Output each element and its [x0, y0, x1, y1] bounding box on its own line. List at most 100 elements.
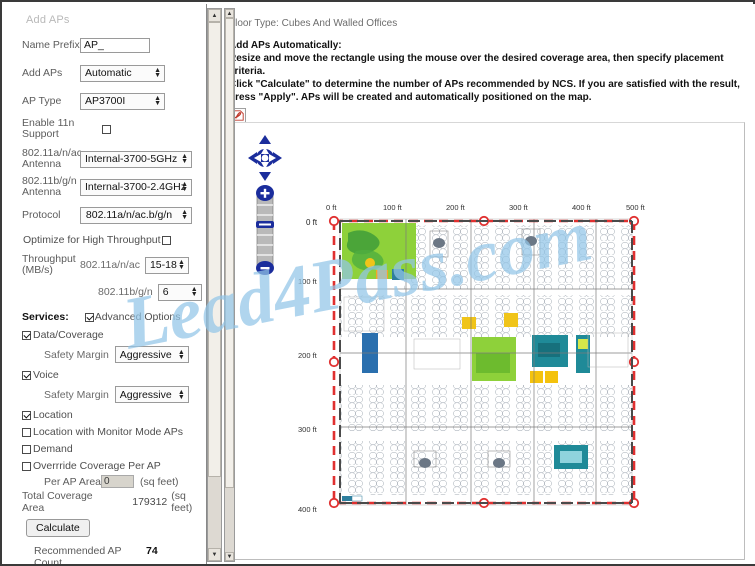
throughput-b-select[interactable]: 6 ▲ ▼ [157, 283, 202, 301]
coverage-overlay-region [472, 337, 516, 381]
antenna-a-label: 802.11a/n/ac Antenna [22, 147, 82, 170]
panel-title: Add APs [26, 14, 70, 26]
service-location: Location [4, 409, 206, 421]
throughput-band-b-label: 802.11b/g/n [98, 286, 153, 298]
ap-type-select[interactable]: AP3700I ▲ ▼ [80, 92, 165, 110]
h-ruler-tick-label: 300 ft [509, 203, 528, 212]
pan-control-icon[interactable] [248, 135, 282, 181]
result-label: Recommended AP Count [34, 545, 122, 564]
voice-checkbox[interactable] [22, 370, 31, 380]
data-coverage-label: Data/Coverage [33, 329, 104, 341]
map-navigation-control[interactable] [248, 135, 282, 275]
total-coverage-label: Total Coverage Area [22, 490, 93, 514]
name-prefix-label: Name Prefix [22, 38, 80, 51]
voice-safety-margin-select[interactable]: Aggressive ▲ ▼ [114, 386, 189, 403]
field-add-aps: Add APs Automatic ▲ ▼ [4, 62, 206, 84]
v-ruler-tick-label: 200 ft [298, 351, 317, 360]
protocol-value: 802.11a/n/ac.b/g/n [85, 209, 173, 221]
antenna-b-label: 802.11b/g/n Antenna [22, 175, 77, 198]
scrollbar-thumb[interactable] [225, 18, 234, 488]
per-ap-area-row: Per AP Area (sq feet) [4, 475, 206, 488]
scroll-up-button[interactable]: ▲ [225, 9, 234, 18]
chevron-updown-icon: ▲ ▼ [181, 181, 188, 193]
coverage-overlay-region [342, 223, 416, 280]
field-antenna-b: 802.11b/g/n Antenna Internal-3700-2.4GHz… [4, 175, 206, 198]
scroll-up-button[interactable]: ▲ [208, 9, 221, 22]
per-ap-area-input[interactable] [101, 475, 135, 488]
service-demand: Demand [4, 443, 206, 455]
chevron-updown-icon: ▲ ▼ [154, 67, 161, 79]
voice-safety-margin-value: Aggressive [119, 388, 172, 401]
scrollbar-thumb[interactable] [208, 22, 221, 477]
voice-label: Voice [33, 369, 59, 381]
field-throughput-b: 802.11b/g/n 6 ▲ ▼ [4, 281, 206, 303]
throughput-a-value: 15-18 [149, 259, 177, 271]
throughput-band-a-label: 802.11a/n/ac [80, 259, 140, 271]
instructions-block: Floor Type: Cubes And Walled Offices Add… [229, 18, 745, 104]
optimize-throughput-checkbox[interactable] [161, 235, 171, 245]
field-enable-11n: Enable 11n Support [4, 117, 206, 140]
field-optimize-throughput: Optimize for High Throughput [4, 234, 206, 246]
antenna-b-value: Internal-3700-2.4GHz [85, 181, 186, 193]
ap-type-label: AP Type [22, 94, 62, 107]
data-coverage-safety-margin-select[interactable]: Aggressive ▲ ▼ [114, 346, 189, 363]
demand-checkbox[interactable] [22, 444, 31, 454]
instructions-line: Click "Calculate" to determine the numbe… [229, 79, 740, 90]
add-aps-label: Add APs [22, 66, 63, 79]
field-name-prefix: Name Prefix [4, 34, 206, 56]
total-coverage-unit: (sq feet) [171, 490, 193, 514]
field-ap-type: AP Type AP3700I ▲ ▼ [4, 90, 206, 112]
enable-11n-checkbox[interactable] [102, 124, 111, 134]
data-coverage-checkbox[interactable] [22, 330, 31, 340]
service-data-coverage: Data/Coverage [4, 329, 206, 341]
floor-map-viewport[interactable]: 0 ft 0 ft 100 ft 200 ft 300 ft 400 ft 50… [229, 122, 745, 560]
left-panel-scrollbar[interactable]: ▲ ▼ [207, 8, 222, 562]
settings-form: Add APs Name Prefix Add APs Automatic ▲▼… [4, 4, 206, 564]
name-prefix-input[interactable] [80, 37, 150, 53]
chevron-updown-icon: ▲ ▼ [181, 209, 188, 221]
floor-plan-drawing[interactable] [326, 213, 642, 513]
throughput-a-select[interactable]: 15-18 ▲ ▼ [144, 256, 189, 274]
scroll-down-button[interactable]: ▼ [225, 552, 234, 561]
scroll-down-button[interactable]: ▼ [208, 548, 221, 561]
voice-safety-margin-label: Safety Margin [44, 388, 109, 401]
override-coverage-checkbox[interactable] [22, 461, 31, 471]
demand-label: Demand [33, 443, 73, 455]
location-checkbox[interactable] [22, 410, 31, 420]
resize-handle [328, 497, 340, 509]
throughput-b-value: 6 [162, 286, 169, 298]
map-editor-panel: Floor Type: Cubes And Walled Offices Add… [223, 4, 755, 564]
location-monitor-label: Location with Monitor Mode APs [33, 426, 183, 438]
data-coverage-safety-margin-row: Safety Margin Aggressive ▲ ▼ [4, 346, 206, 363]
antenna-a-select[interactable]: Internal-3700-5GHz ▲ ▼ [80, 150, 192, 168]
override-coverage-label: Overrride Coverage Per AP [33, 460, 161, 472]
service-override-coverage: Overrride Coverage Per AP [4, 460, 206, 472]
location-monitor-checkbox[interactable] [22, 427, 31, 437]
field-protocol: Protocol 802.11a/n/ac.b/g/n ▲ ▼ [4, 204, 206, 226]
instructions-title: Add APs Automatically: [229, 40, 342, 51]
service-location-monitor: Location with Monitor Mode APs [4, 426, 206, 438]
data-coverage-safety-margin-label: Safety Margin [44, 348, 109, 361]
field-throughput-a: Throughput (MB/s) 802.11a/n/ac 15-18 ▲ ▼ [4, 253, 206, 276]
protocol-select[interactable]: 802.11a/n/ac.b/g/n ▲ ▼ [80, 206, 192, 224]
calculate-button[interactable]: Calculate [26, 519, 90, 537]
advanced-options-checkbox[interactable] [84, 312, 94, 322]
chevron-updown-icon: ▲ ▼ [178, 259, 185, 271]
optimize-throughput-label: Optimize for High Throughput [23, 234, 161, 246]
instructions-line: press "Apply". APs will be created and a… [229, 92, 592, 103]
v-ruler-tick-label: 400 ft [298, 505, 317, 514]
add-aps-value: Automatic [85, 67, 132, 79]
add-aps-select[interactable]: Automatic ▲ ▼ [80, 64, 165, 82]
map-panel-scrollbar[interactable]: ▲ ▼ [224, 8, 235, 562]
enable-11n-label: Enable 11n Support [22, 117, 75, 140]
application-window: Add APs Name Prefix Add APs Automatic ▲▼… [0, 0, 755, 566]
h-ruler-tick-label: 100 ft [383, 203, 402, 212]
antenna-a-value: Internal-3700-5GHz [85, 153, 178, 165]
total-coverage-row: Total Coverage Area 179312 (sq feet) [4, 490, 206, 514]
results-list: Recommended AP Count 74 Data/Coverage 48… [4, 545, 206, 564]
v-ruler-tick-label: 300 ft [298, 425, 317, 434]
resize-handle [328, 356, 340, 368]
antenna-b-select[interactable]: Internal-3700-2.4GHz ▲ ▼ [80, 178, 192, 196]
zoom-slider[interactable] [255, 185, 275, 275]
throughput-label: Throughput (MB/s) [22, 253, 76, 276]
